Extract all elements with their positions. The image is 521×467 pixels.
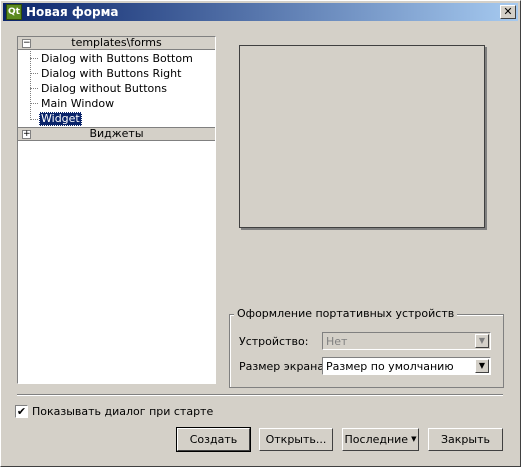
close-button[interactable]: Закрыть bbox=[428, 428, 503, 451]
device-skin-group bbox=[229, 314, 504, 388]
recent-label: Последние bbox=[344, 433, 409, 446]
title-bar[interactable]: Qt Новая форма ✕ bbox=[3, 3, 518, 21]
expand-icon[interactable]: + bbox=[22, 130, 31, 139]
device-select: Нет ▼ bbox=[322, 332, 491, 350]
tree-connector bbox=[30, 88, 38, 89]
collapse-icon[interactable]: − bbox=[22, 39, 31, 48]
tree-item-dialog-without-buttons[interactable]: Dialog without Buttons bbox=[39, 82, 169, 96]
screen-size-label: Размер экрана: bbox=[239, 360, 328, 373]
group-title: Оформление портативных устройств bbox=[234, 307, 458, 320]
tree-item-main-window[interactable]: Main Window bbox=[39, 97, 116, 111]
close-window-button[interactable]: ✕ bbox=[500, 5, 516, 19]
chevron-down-icon: ▼ bbox=[475, 334, 489, 348]
tree-item-dialog-buttons-right[interactable]: Dialog with Buttons Right bbox=[39, 67, 183, 81]
open-button[interactable]: Открыть... bbox=[259, 428, 333, 451]
tree-connector bbox=[30, 103, 38, 104]
show-on-start-checkbox[interactable]: ✔ bbox=[15, 405, 28, 418]
create-button[interactable]: Создать bbox=[176, 427, 251, 452]
template-tree[interactable]: − templates\forms Dialog with Buttons Bo… bbox=[17, 36, 216, 384]
tree-item-dialog-buttons-bottom[interactable]: Dialog with Buttons Bottom bbox=[39, 52, 195, 66]
tree-connector bbox=[30, 51, 31, 120]
tree-group-label: templates\forms bbox=[71, 36, 162, 49]
qt-app-icon: Qt bbox=[6, 4, 22, 20]
chevron-down-icon[interactable]: ▼ bbox=[475, 359, 489, 373]
show-on-start-label[interactable]: Показывать диалог при старте bbox=[32, 405, 213, 418]
form-preview bbox=[239, 45, 485, 228]
dropdown-arrow-icon: ▼ bbox=[411, 435, 417, 443]
device-value: Нет bbox=[326, 335, 348, 348]
recent-button[interactable]: Последние ▼ bbox=[342, 428, 419, 451]
device-label: Устройство: bbox=[239, 335, 309, 348]
tree-connector bbox=[30, 73, 38, 74]
screen-size-value: Размер по умолчанию bbox=[326, 360, 454, 373]
tree-group-label: Виджеты bbox=[89, 127, 144, 140]
window-title: Новая форма bbox=[26, 5, 119, 19]
screen-size-select[interactable]: Размер по умолчанию ▼ bbox=[322, 357, 491, 375]
tree-connector bbox=[30, 58, 38, 59]
tree-item-widget[interactable]: Widget bbox=[39, 112, 82, 126]
tree-connector bbox=[30, 119, 38, 120]
separator bbox=[17, 394, 503, 396]
tree-group-widgets[interactable]: + Виджеты bbox=[18, 127, 215, 141]
tree-group-templates[interactable]: − templates\forms bbox=[18, 37, 215, 50]
